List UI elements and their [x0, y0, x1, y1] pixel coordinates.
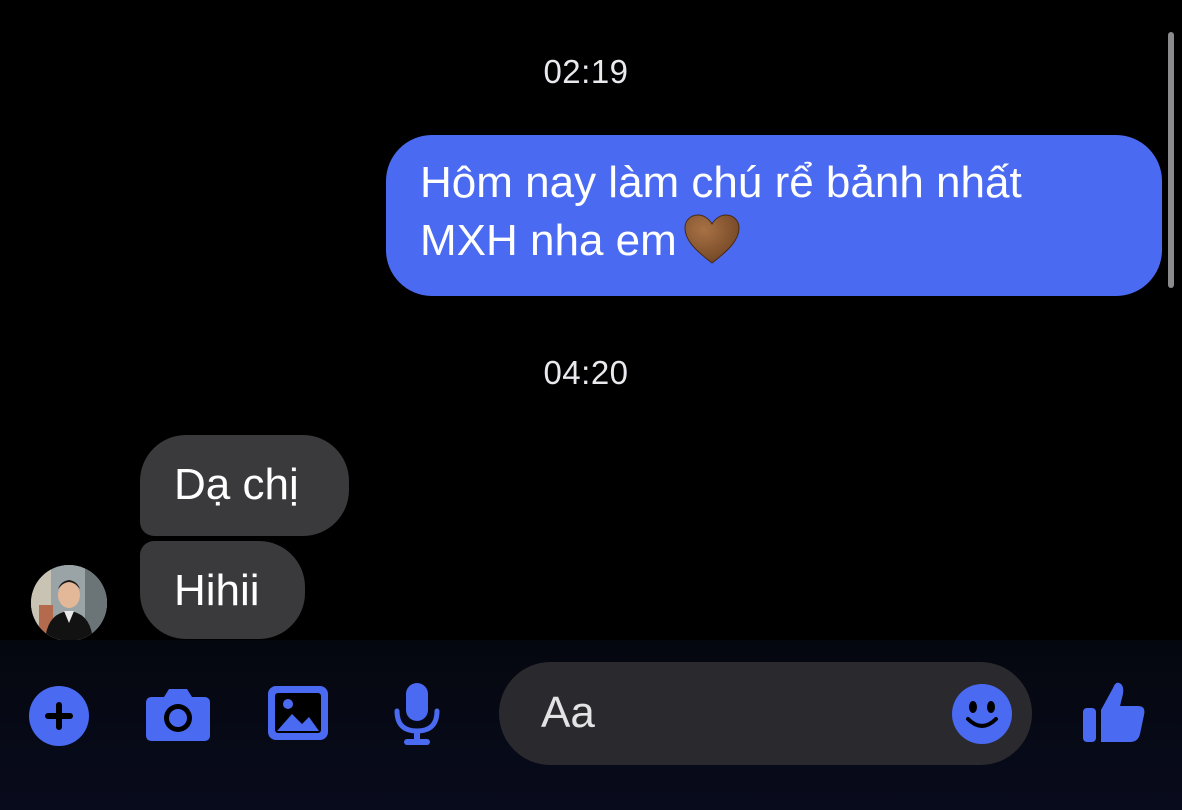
emoji-button[interactable]	[951, 683, 1013, 745]
message-input-box[interactable]	[499, 662, 1032, 765]
message-text-line: MXH nha em	[420, 216, 677, 265]
chat-screen: 02:19 Hôm nay làm chú rể bảnh nhất MXH n…	[0, 0, 1182, 810]
plus-icon	[28, 685, 90, 752]
camera-button[interactable]	[144, 685, 212, 745]
incoming-message[interactable]: Hihii	[140, 541, 305, 639]
timestamp: 04:20	[543, 354, 629, 391]
plus-button[interactable]	[28, 685, 90, 752]
message-text: Dạ chị	[174, 460, 299, 509]
smile-icon	[951, 684, 1013, 749]
microphone-icon	[392, 681, 442, 752]
camera-icon	[144, 683, 212, 748]
message-text-line: Hôm nay làm chú rể bảnh nhất	[420, 158, 1022, 207]
brown-heart-icon	[683, 213, 741, 280]
scrollbar[interactable]	[1168, 32, 1174, 288]
thumbs-up-icon	[1080, 678, 1148, 751]
message-text: Hihii	[174, 566, 260, 615]
message-input[interactable]	[539, 684, 943, 742]
avatar[interactable]	[31, 565, 107, 641]
incoming-message[interactable]: Dạ chị	[140, 435, 349, 536]
voice-button[interactable]	[392, 681, 442, 752]
image-icon	[266, 684, 330, 747]
gallery-button[interactable]	[266, 684, 330, 747]
like-button[interactable]	[1080, 680, 1148, 748]
outgoing-message[interactable]: Hôm nay làm chú rể bảnh nhất MXH nha em	[386, 135, 1162, 296]
timestamp: 02:19	[543, 53, 629, 90]
